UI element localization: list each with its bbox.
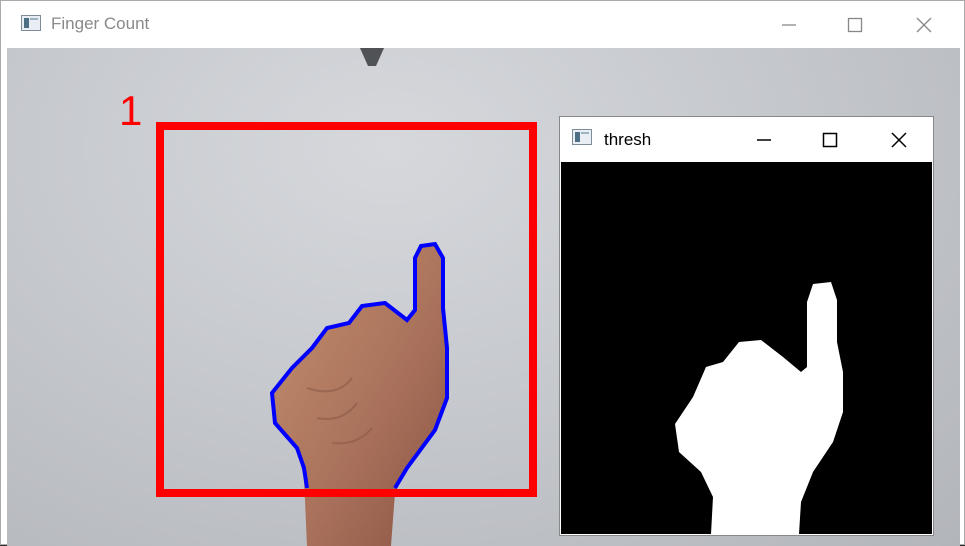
mask-shape — [675, 282, 843, 534]
thresh-maximize-button[interactable] — [807, 117, 853, 162]
thresh-minimize-button[interactable] — [741, 117, 787, 162]
close-icon — [916, 17, 932, 32]
thresh-close-button[interactable] — [876, 117, 922, 162]
close-icon — [891, 131, 907, 148]
app-icon — [572, 129, 592, 145]
thresh-title: thresh — [604, 130, 652, 149]
minimize-icon — [757, 138, 771, 141]
main-titlebar[interactable]: Finger Count — [1, 1, 964, 48]
finger-count-label: 1 — [119, 87, 143, 134]
window-title: Finger Count — [51, 14, 150, 33]
maximize-button[interactable] — [832, 1, 878, 48]
thresh-titlebar[interactable]: thresh — [560, 117, 933, 162]
roi-box — [156, 122, 537, 497]
app-icon — [21, 15, 41, 31]
mask-image — [675, 282, 843, 534]
minimize-button[interactable] — [766, 1, 812, 48]
close-button[interactable] — [901, 1, 947, 48]
thresh-window: thresh — [559, 116, 934, 536]
maximize-icon — [822, 132, 838, 147]
minimize-icon — [782, 23, 796, 26]
maximize-icon — [847, 17, 863, 32]
thresh-mask — [561, 162, 932, 534]
